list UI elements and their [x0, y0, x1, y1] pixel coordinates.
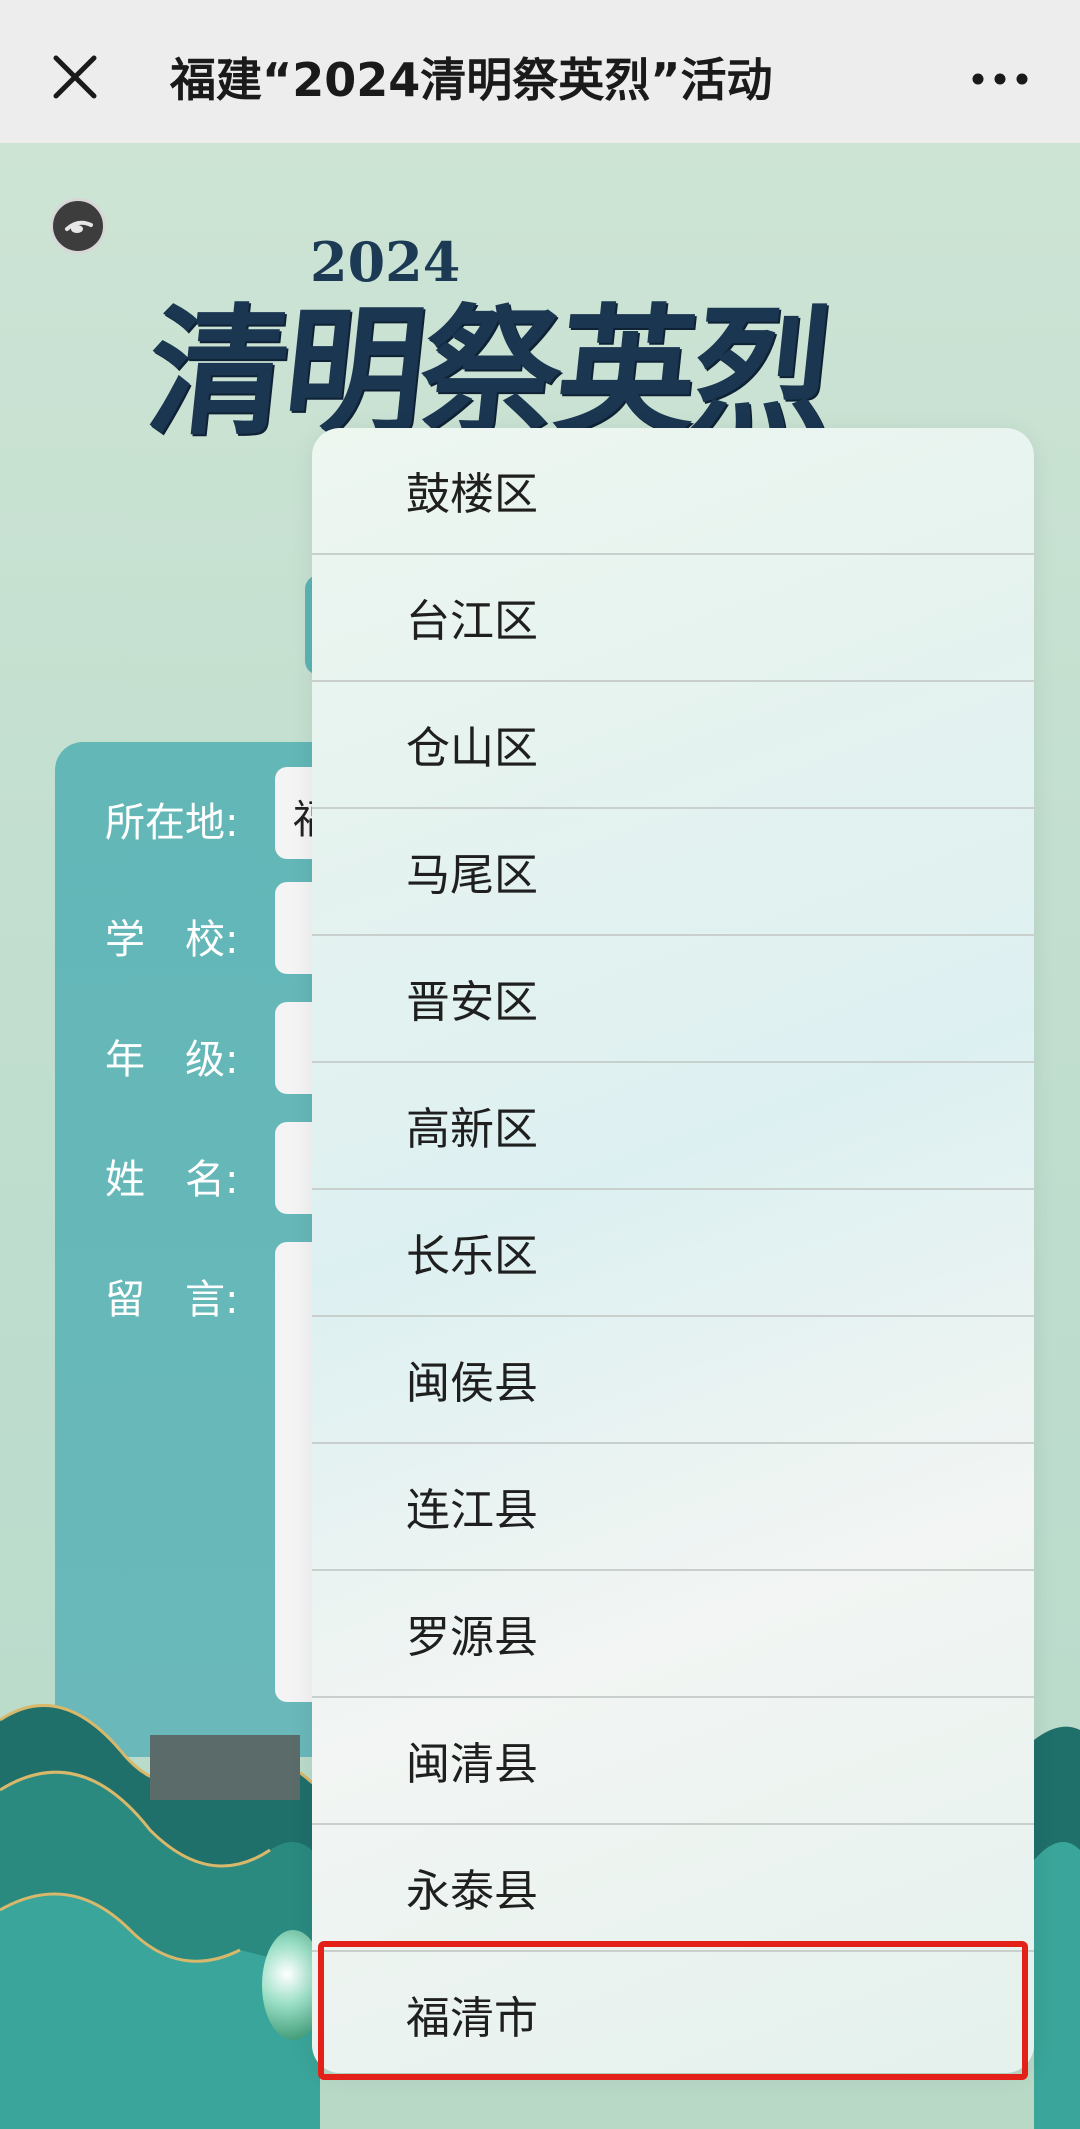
- option-luoyuan[interactable]: 罗源县: [312, 1571, 1034, 1698]
- option-yongtai[interactable]: 永泰县: [312, 1825, 1034, 1952]
- message-label: 留 言:: [105, 1277, 239, 1323]
- music-toggle-icon[interactable]: [50, 198, 106, 254]
- option-label: 闽清县: [406, 1739, 538, 1790]
- option-label: 永泰县: [406, 1866, 538, 1917]
- close-icon[interactable]: [50, 52, 100, 102]
- name-label: 姓 名:: [105, 1157, 239, 1203]
- option-lianjiang[interactable]: 连江县: [312, 1444, 1034, 1571]
- option-gulou[interactable]: 鼓楼区: [312, 428, 1034, 555]
- option-gaoxin[interactable]: 高新区: [312, 1063, 1034, 1190]
- option-label: 闽侯县: [406, 1358, 538, 1409]
- option-label: 长乐区: [406, 1231, 538, 1282]
- option-label: 连江县: [406, 1485, 538, 1536]
- option-label: 马尾区: [406, 850, 538, 901]
- option-label: 台江区: [406, 596, 538, 647]
- option-label: 仓山区: [406, 723, 538, 774]
- option-changle[interactable]: 长乐区: [312, 1190, 1034, 1317]
- option-label: 鼓楼区: [406, 469, 538, 520]
- option-cangshan[interactable]: 仓山区: [312, 682, 1034, 809]
- option-mawei[interactable]: 马尾区: [312, 809, 1034, 936]
- more-icon[interactable]: [970, 64, 1030, 94]
- selection-highlight-box: [318, 1941, 1028, 2080]
- school-label: 学 校:: [105, 917, 239, 963]
- option-minhou[interactable]: 闽侯县: [312, 1317, 1034, 1444]
- option-taijiang[interactable]: 台江区: [312, 555, 1034, 682]
- option-jinan[interactable]: 晋安区: [312, 936, 1034, 1063]
- nav-bar: 福建“2024清明祭英烈”活动: [0, 0, 1080, 143]
- location-label: 所在地:: [105, 800, 239, 846]
- option-minqing[interactable]: 闽清县: [312, 1698, 1034, 1825]
- grade-label: 年 级:: [105, 1037, 239, 1083]
- district-dropdown: 鼓楼区 台江区 仓山区 马尾区 晋安区 高新区 长乐区 闽侯县 连江县 罗源县 …: [312, 428, 1034, 2073]
- option-label: 晋安区: [406, 977, 538, 1028]
- option-label: 罗源县: [406, 1612, 538, 1663]
- page-title: 福建“2024清明祭英烈”活动: [170, 53, 773, 107]
- option-label: 高新区: [406, 1104, 538, 1155]
